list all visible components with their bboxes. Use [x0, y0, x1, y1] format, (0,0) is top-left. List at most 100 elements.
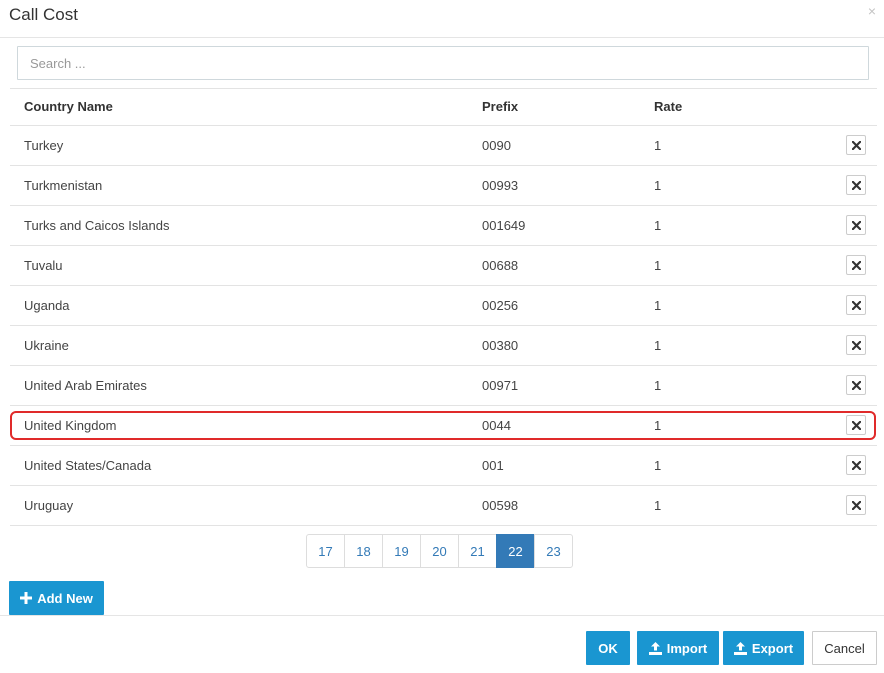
close-icon: [851, 460, 861, 470]
upload-icon: [648, 641, 662, 655]
ok-button[interactable]: OK: [586, 631, 630, 665]
close-icon: [851, 220, 861, 230]
table-row: Turkmenistan 00993 1: [10, 165, 877, 206]
cell-country-name: Uganda: [10, 285, 482, 326]
import-button[interactable]: Import: [637, 631, 719, 665]
close-icon: [851, 300, 861, 310]
import-label: Import: [666, 640, 708, 656]
cell-rate: 1: [654, 285, 826, 326]
search-container: [17, 46, 869, 80]
delete-row-button[interactable]: [846, 255, 866, 275]
add-new-label: Add New: [37, 590, 93, 606]
cell-rate: 1: [654, 445, 826, 486]
header-prefix: Prefix: [482, 89, 654, 126]
cell-country-name: Turkey: [10, 125, 482, 166]
footer-divider: [0, 615, 884, 616]
cell-prefix: 001649: [482, 205, 654, 246]
delete-row-button[interactable]: [846, 495, 866, 515]
cell-country-name: Ukraine: [10, 325, 482, 366]
table-row: Uruguay 00598 1: [10, 485, 877, 526]
cell-prefix: 001: [482, 445, 654, 486]
table-row: United Kingdom 0044 1: [10, 405, 877, 446]
upload-icon: [733, 641, 747, 655]
page-button-17[interactable]: 17: [306, 534, 345, 568]
call-cost-table: Country Name Prefix Rate Turkey 0090 1 Turk…: [10, 89, 877, 526]
page-button-20[interactable]: 20: [420, 534, 459, 568]
table-body: Turkey 0090 1 Turkmenistan 00993 1 Turks and C…: [10, 125, 877, 526]
delete-row-button[interactable]: [846, 335, 866, 355]
cell-actions: [826, 285, 877, 326]
delete-row-button[interactable]: [846, 415, 866, 435]
cancel-label: Cancel: [824, 640, 865, 656]
cell-country-name: Tuvalu: [10, 245, 482, 286]
dialog-title: Call Cost: [9, 5, 78, 24]
export-label: Export: [751, 640, 794, 656]
page-button-22[interactable]: 22: [496, 534, 535, 568]
cell-actions: [826, 245, 877, 286]
delete-row-button[interactable]: [846, 295, 866, 315]
close-icon[interactable]: ×: [868, 4, 876, 18]
cell-rate: 1: [654, 205, 826, 246]
table-row: United Arab Emirates 00971 1: [10, 365, 877, 406]
export-button[interactable]: Export: [723, 631, 804, 665]
close-icon: [851, 140, 861, 150]
cell-prefix: 0044: [482, 405, 654, 446]
close-icon: [851, 260, 861, 270]
cell-actions: [826, 365, 877, 406]
table-row: Uganda 00256 1: [10, 285, 877, 326]
pagination: 17 18 19 20 21 22 23: [306, 534, 573, 568]
cell-rate: 1: [654, 125, 826, 166]
delete-row-button[interactable]: [846, 135, 866, 155]
cell-prefix: 00993: [482, 165, 654, 206]
cell-country-name: United States/Canada: [10, 445, 482, 486]
table-row: Turkey 0090 1: [10, 125, 877, 166]
cell-actions: [826, 405, 877, 446]
cell-country-name: United Arab Emirates: [10, 365, 482, 406]
close-icon: [851, 340, 861, 350]
cell-prefix: 0090: [482, 125, 654, 166]
cell-country-name: Uruguay: [10, 485, 482, 526]
cell-actions: [826, 485, 877, 526]
cell-prefix: 00971: [482, 365, 654, 406]
cell-country-name: United Kingdom: [10, 405, 482, 446]
header-actions: [826, 89, 877, 126]
cell-country-name: Turkmenistan: [10, 165, 482, 206]
cell-prefix: 00380: [482, 325, 654, 366]
cell-actions: [826, 325, 877, 366]
dialog-header: Call Cost ×: [0, 0, 884, 38]
cancel-button[interactable]: Cancel: [812, 631, 877, 665]
page-button-19[interactable]: 19: [382, 534, 421, 568]
cell-rate: 1: [654, 165, 826, 206]
table-header-row: Country Name Prefix Rate: [10, 89, 877, 126]
page-button-18[interactable]: 18: [344, 534, 383, 568]
cell-actions: [826, 445, 877, 486]
cell-rate: 1: [654, 325, 826, 366]
cell-rate: 1: [654, 485, 826, 526]
cell-rate: 1: [654, 365, 826, 406]
close-icon: [851, 180, 861, 190]
delete-row-button[interactable]: [846, 375, 866, 395]
page-button-23[interactable]: 23: [534, 534, 573, 568]
cell-actions: [826, 205, 877, 246]
cell-prefix: 00598: [482, 485, 654, 526]
cell-actions: [826, 165, 877, 206]
header-rate: Rate: [654, 89, 826, 126]
delete-row-button[interactable]: [846, 175, 866, 195]
close-icon: [851, 420, 861, 430]
table-row: United States/Canada 001 1: [10, 445, 877, 486]
cell-rate: 1: [654, 405, 826, 446]
cell-prefix: 00256: [482, 285, 654, 326]
cell-prefix: 00688: [482, 245, 654, 286]
ok-label: OK: [598, 640, 618, 656]
close-icon: [851, 380, 861, 390]
cell-actions: [826, 125, 877, 166]
cell-country-name: Turks and Caicos Islands: [10, 205, 482, 246]
page-button-21[interactable]: 21: [458, 534, 497, 568]
table-row: Tuvalu 00688 1: [10, 245, 877, 286]
add-new-button[interactable]: Add New: [9, 581, 104, 615]
delete-row-button[interactable]: [846, 215, 866, 235]
cell-rate: 1: [654, 245, 826, 286]
search-input[interactable]: [17, 46, 869, 80]
table-row: Turks and Caicos Islands 001649 1: [10, 205, 877, 246]
delete-row-button[interactable]: [846, 455, 866, 475]
